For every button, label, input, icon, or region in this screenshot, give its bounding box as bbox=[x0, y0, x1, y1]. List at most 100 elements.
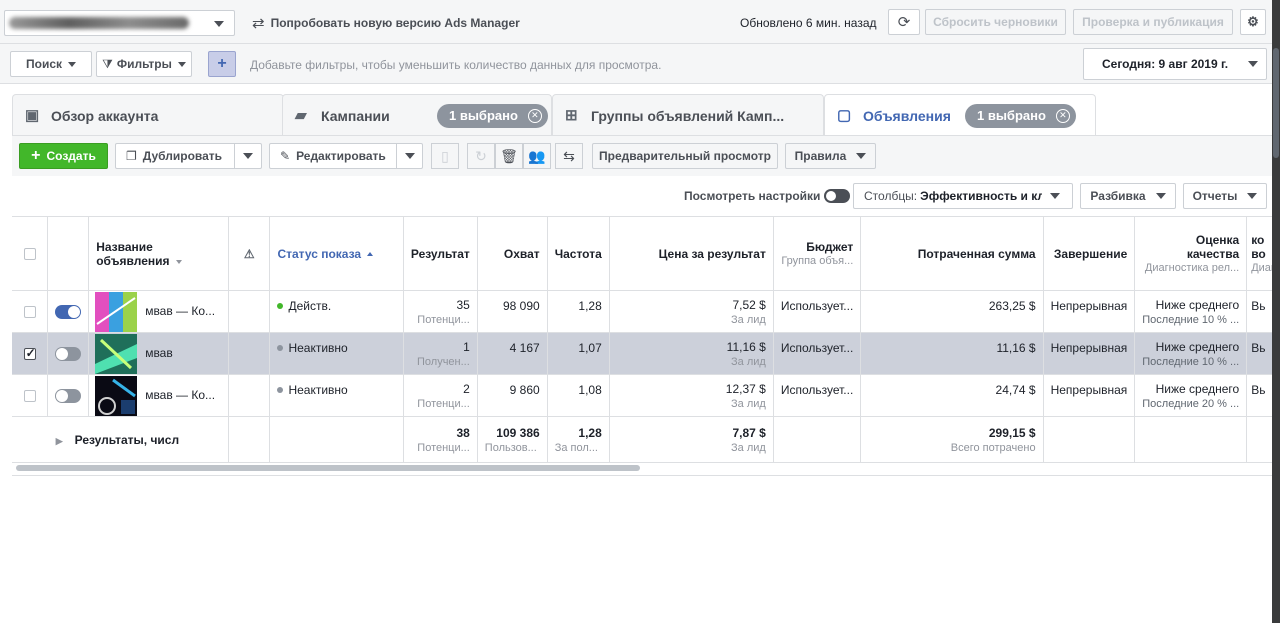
reports-dropdown[interactable]: Отчеты bbox=[1183, 183, 1267, 209]
ad-toggle[interactable] bbox=[55, 388, 82, 403]
table-row[interactable]: мвав — Ко... Неактивно 2 Потенци... 9 860… bbox=[12, 374, 1280, 417]
horizontal-scrollbar[interactable] bbox=[16, 465, 640, 471]
row-budget-cell: Использует... bbox=[773, 290, 862, 333]
ad-toggle[interactable] bbox=[55, 304, 82, 319]
filters-label: Фильтры bbox=[116, 57, 172, 71]
columns-dropdown[interactable]: Столбцы: Эффективность и кли bbox=[853, 183, 1073, 209]
row-checkbox[interactable] bbox=[23, 389, 36, 402]
selected-pill[interactable]: 1 выбрано ✕ bbox=[437, 103, 548, 128]
column-header-frequency[interactable]: Частота bbox=[547, 216, 610, 291]
date-range-picker[interactable]: Сегодня: 9 авг 2019 г. bbox=[1083, 48, 1267, 80]
ad-name[interactable]: мвав — Ко... bbox=[145, 304, 215, 318]
review-publish-button[interactable]: Проверка и публикация bbox=[1073, 9, 1233, 35]
columns-prefix: Столбцы: bbox=[864, 189, 918, 203]
row-spent-cell: 263,25 $ bbox=[860, 290, 1044, 333]
table-row-selected[interactable]: мвав Неактивно 1Получен... 4 167 1,07 11… bbox=[12, 332, 1280, 375]
reach-value: 9 860 bbox=[509, 383, 540, 397]
column-header-budget[interactable]: Бюджет Группа объя... bbox=[773, 216, 862, 291]
frequency-value: 1,28 bbox=[578, 299, 602, 313]
table-total-row: ▶ Результаты, числ 38 Потенци... 109 386 По… bbox=[12, 416, 1280, 463]
column-header-spent[interactable]: Потраченная сумма bbox=[860, 216, 1044, 291]
budget-value: Использует... bbox=[780, 383, 854, 397]
header-name-label: Название объявления bbox=[96, 239, 170, 268]
column-header-cost[interactable]: Цена за результат bbox=[609, 216, 774, 291]
status-text: Действ. bbox=[288, 299, 332, 313]
try-new-version-link[interactable]: ⇄ Попробовать новую версию Ads Manager bbox=[252, 14, 520, 32]
header-budget-sub: Группа объя... bbox=[781, 254, 854, 267]
next-value: Вь bbox=[1251, 299, 1266, 313]
account-selector[interactable] bbox=[4, 10, 235, 36]
total-reach-sub: Пользов... bbox=[484, 441, 537, 454]
row-checkbox[interactable] bbox=[23, 305, 36, 318]
view-settings-toggle[interactable] bbox=[823, 189, 850, 203]
chevron-down-icon bbox=[214, 21, 224, 27]
settings-button[interactable]: ⚙ bbox=[1240, 9, 1266, 35]
results-sub: Потенци... bbox=[417, 313, 470, 326]
clipboard-button[interactable]: ▯ bbox=[431, 143, 459, 169]
ad-toggle[interactable] bbox=[55, 346, 82, 361]
search-label: Поиск bbox=[25, 57, 62, 71]
duplicate-button[interactable]: ❐ Дублировать bbox=[116, 144, 234, 168]
tab-campaigns[interactable]: ▰ Кампании 1 выбрано ✕ bbox=[282, 94, 552, 136]
duplicate-dropdown[interactable] bbox=[234, 144, 261, 168]
breakdown-label: Разбивка bbox=[1090, 189, 1146, 203]
audience-button[interactable]: 👥 bbox=[523, 143, 551, 169]
grid-icon: ⊞ bbox=[565, 106, 578, 124]
add-filter-button[interactable]: + bbox=[208, 51, 236, 77]
tab-ad-sets[interactable]: ⊞ Группы объявлений Камп... bbox=[552, 94, 824, 136]
total-frequency: 1,28 bbox=[578, 425, 602, 440]
tab-account-overview[interactable]: ▣ Обзор аккаунта bbox=[12, 94, 284, 136]
try-new-label: Попробовать новую версию Ads Manager bbox=[270, 16, 520, 30]
search-button[interactable]: Поиск bbox=[10, 51, 92, 77]
header-budget-label: Бюджет bbox=[806, 239, 854, 254]
table-header-row: Название объявления ⚠ Статус показа Резу… bbox=[12, 216, 1280, 291]
column-header-reach[interactable]: Охват bbox=[477, 216, 548, 291]
breakdown-dropdown[interactable]: Разбивка bbox=[1080, 183, 1176, 209]
table-row[interactable]: мвав — Ко... Действ. 35 Потенци... 98 090… bbox=[12, 290, 1280, 333]
refresh-button[interactable]: ⟳ bbox=[888, 9, 920, 35]
row-budget-cell: Использует... bbox=[773, 374, 862, 417]
copy-icon: ❐ bbox=[126, 149, 137, 163]
close-icon[interactable]: ✕ bbox=[1055, 108, 1070, 123]
undo-button[interactable]: ↻ bbox=[467, 143, 495, 169]
column-header-ends[interactable]: Завершение bbox=[1043, 216, 1136, 291]
edit-button[interactable]: ✎ Редактировать bbox=[270, 144, 396, 168]
edit-dropdown[interactable] bbox=[395, 144, 423, 168]
row-ends-cell: Непрерывная bbox=[1043, 332, 1136, 375]
chevron-down-icon bbox=[1050, 193, 1061, 199]
frequency-value: 1,07 bbox=[578, 341, 602, 355]
toggle-header bbox=[47, 216, 90, 291]
column-header-warning[interactable]: ⚠ bbox=[228, 216, 271, 291]
clipboard-icon: ▯ bbox=[441, 147, 449, 164]
ends-value: Непрерывная bbox=[1050, 299, 1128, 313]
tab-ads[interactable]: ▢ Объявления 1 выбрано ✕ bbox=[824, 94, 1096, 136]
preview-button[interactable]: Предварительный просмотр bbox=[592, 143, 778, 169]
create-button[interactable]: + Создать bbox=[19, 143, 108, 169]
total-label: Результаты, числ bbox=[74, 432, 180, 447]
filters-button[interactable]: ⧩ Фильтры bbox=[96, 51, 192, 77]
view-settings[interactable]: Посмотреть настройки bbox=[684, 189, 850, 203]
scrollbar-thumb[interactable] bbox=[1273, 48, 1279, 158]
updated-text: Обновлено 6 мин. назад bbox=[740, 16, 877, 30]
column-header-name[interactable]: Название объявления bbox=[88, 216, 229, 291]
column-header-quality[interactable]: Оценка качества Диагностика рел... bbox=[1134, 216, 1248, 291]
ad-name[interactable]: мвав bbox=[145, 346, 173, 360]
discard-drafts-button[interactable]: Сбросить черновики bbox=[925, 9, 1066, 35]
compare-button[interactable]: ⇆ bbox=[555, 143, 583, 169]
rules-button[interactable]: Правила bbox=[785, 143, 876, 169]
column-header-results[interactable]: Результат bbox=[403, 216, 478, 291]
total-ends-cell bbox=[1043, 416, 1136, 463]
row-toggle-cell bbox=[47, 374, 90, 417]
row-reach-cell: 4 167 bbox=[477, 332, 548, 375]
delete-button[interactable]: 🗑 bbox=[495, 143, 523, 169]
ad-name[interactable]: мвав — Ко... bbox=[145, 388, 215, 402]
close-icon[interactable]: ✕ bbox=[527, 108, 542, 123]
vertical-scrollbar[interactable] bbox=[1272, 0, 1280, 623]
selected-pill[interactable]: 1 выбрано ✕ bbox=[965, 103, 1076, 128]
pill-label: 1 выбрано bbox=[449, 108, 518, 123]
select-all-checkbox[interactable] bbox=[23, 247, 36, 260]
next-value: Вь bbox=[1251, 341, 1266, 355]
row-checkbox[interactable] bbox=[23, 346, 36, 360]
total-label-cell[interactable]: ▶ Результаты, числ bbox=[47, 416, 229, 463]
column-header-status[interactable]: Статус показа bbox=[269, 216, 404, 291]
